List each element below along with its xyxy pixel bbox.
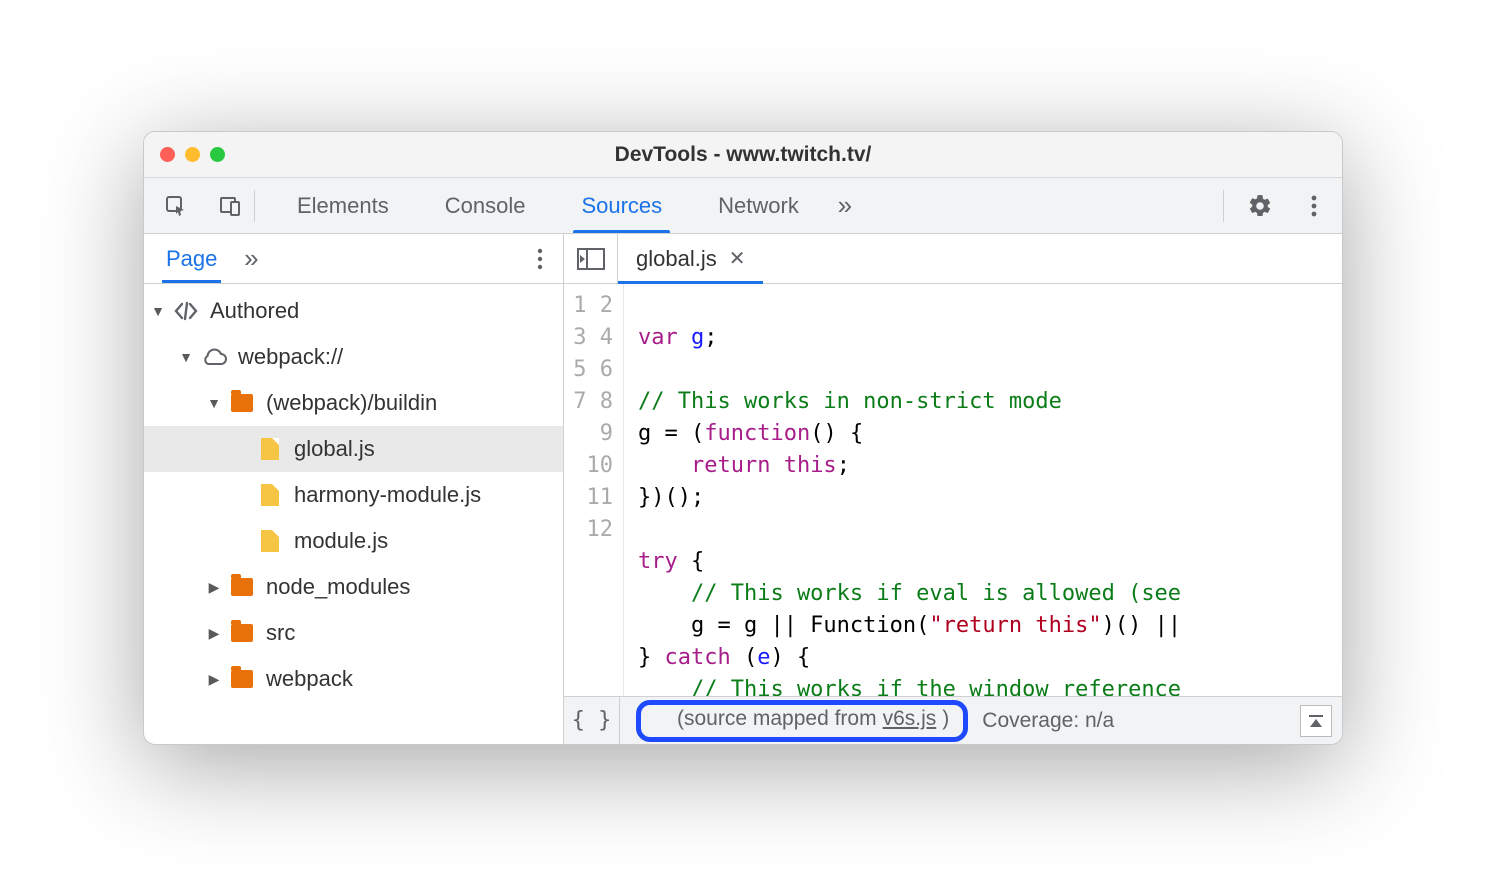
navigator-kebab-icon[interactable] <box>523 248 557 270</box>
kebab-menu-icon[interactable] <box>1296 188 1332 224</box>
file-tab-global[interactable]: global.js ✕ <box>618 234 763 283</box>
divider <box>1223 190 1224 222</box>
cloud-icon <box>200 347 228 367</box>
tree-file-harmony[interactable]: harmony-module.js <box>144 472 563 518</box>
source-map-info: (source mapped from v6s.js) <box>677 707 949 731</box>
file-icon <box>256 484 284 506</box>
tree-folder-buildin[interactable]: ▼ (webpack)/buildin <box>144 380 563 426</box>
file-icon <box>256 530 284 552</box>
device-toolbar-icon[interactable] <box>212 188 248 224</box>
tab-network[interactable]: Network <box>690 178 827 233</box>
tree-origin-webpack[interactable]: ▼ webpack:// <box>144 334 563 380</box>
line-gutter: 1 2 3 4 5 6 7 8 9 10 11 12 <box>564 284 624 696</box>
tree-folder-webpack[interactable]: ▶ webpack <box>144 656 563 702</box>
coverage-status: Coverage: n/a <box>982 709 1114 733</box>
source-map-link[interactable]: v6s.js <box>883 707 937 731</box>
zoom-window-button[interactable] <box>210 147 225 162</box>
devtools-window: DevTools - www.twitch.tv/ Elements Conso… <box>143 131 1343 745</box>
tree-label: module.js <box>294 528 388 554</box>
titlebar: DevTools - www.twitch.tv/ <box>144 132 1342 178</box>
tree-label: (webpack)/buildin <box>266 390 437 416</box>
folder-icon <box>228 624 256 642</box>
code-view[interactable]: 1 2 3 4 5 6 7 8 9 10 11 12 var g; // Thi… <box>564 284 1342 696</box>
tree-label: node_modules <box>266 574 410 600</box>
tree-root-authored[interactable]: ▼ Authored <box>144 288 563 334</box>
pretty-print-icon[interactable]: { } <box>564 697 620 744</box>
toggle-navigator-icon[interactable] <box>564 234 618 283</box>
folder-icon <box>228 394 256 412</box>
editor-tabs: global.js ✕ <box>564 234 1342 284</box>
editor-status-bar: { } (source mapped from v6s.js) Coverage… <box>564 696 1342 744</box>
window-controls <box>160 147 225 162</box>
expand-sidebar-icon[interactable] <box>1300 705 1332 737</box>
code-content: var g; // This works in non-strict mode … <box>624 284 1342 696</box>
tab-console[interactable]: Console <box>417 178 554 233</box>
close-tab-icon[interactable]: ✕ <box>729 246 746 271</box>
file-tab-label: global.js <box>636 246 717 272</box>
folder-icon <box>228 578 256 596</box>
navigator-sidebar: Page » ▼ Authored ▼ <box>144 234 564 744</box>
file-icon <box>256 438 284 460</box>
navigator-tab-page[interactable]: Page <box>150 234 233 283</box>
main-toolbar: Elements Console Sources Network » <box>144 178 1342 234</box>
tree-label: Authored <box>210 298 299 324</box>
file-tree[interactable]: ▼ Authored ▼ webpack:// ▼ (webpac <box>144 284 563 744</box>
navigator-tabs: Page » <box>144 234 563 284</box>
sources-panel: Page » ▼ Authored ▼ <box>144 234 1342 744</box>
tree-label: global.js <box>294 436 375 462</box>
tree-folder-nodemodules[interactable]: ▶ node_modules <box>144 564 563 610</box>
tree-label: webpack:// <box>238 344 343 370</box>
source-map-highlight: (source mapped from v6s.js) <box>636 700 968 742</box>
close-window-button[interactable] <box>160 147 175 162</box>
settings-icon[interactable] <box>1242 188 1278 224</box>
tab-sources[interactable]: Sources <box>553 178 690 233</box>
tree-file-global[interactable]: global.js <box>144 426 563 472</box>
window-title: DevTools - www.twitch.tv/ <box>144 143 1342 167</box>
editor-pane: global.js ✕ 1 2 3 4 5 6 7 8 9 10 11 12 v… <box>564 234 1342 744</box>
folder-icon <box>228 670 256 688</box>
tree-folder-src[interactable]: ▶ src <box>144 610 563 656</box>
minimize-window-button[interactable] <box>185 147 200 162</box>
navigator-more-tabs-icon[interactable]: » <box>233 241 269 277</box>
tree-label: webpack <box>266 666 353 692</box>
code-brackets-icon <box>172 301 200 321</box>
tab-elements[interactable]: Elements <box>269 178 417 233</box>
tree-file-module[interactable]: module.js <box>144 518 563 564</box>
inspect-element-icon[interactable] <box>158 188 194 224</box>
tree-label: harmony-module.js <box>294 482 481 508</box>
tree-label: src <box>266 620 295 646</box>
more-tabs-icon[interactable]: » <box>827 188 863 224</box>
